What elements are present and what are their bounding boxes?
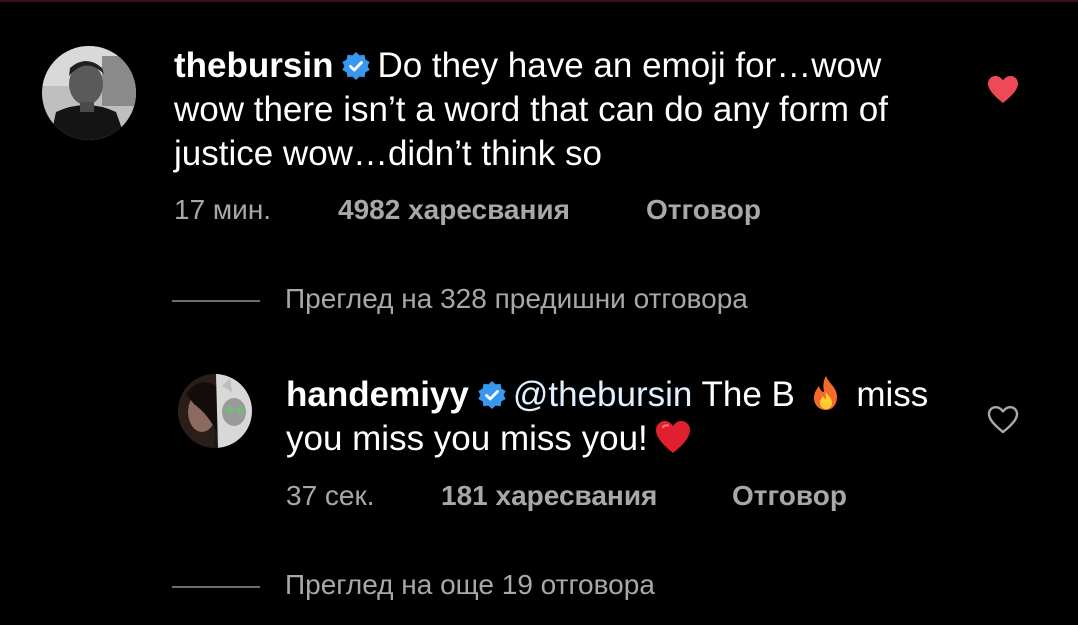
- like-button[interactable]: [987, 405, 1019, 435]
- reply-text-part: The B: [701, 375, 795, 414]
- top-divider: [0, 0, 1078, 2]
- view-previous-replies[interactable]: Преглед на 328 предишни отговора: [172, 283, 872, 317]
- verified-badge-icon: [477, 380, 507, 410]
- comment-text-line: Do they have an emoji for…wow: [377, 46, 882, 85]
- reply-text-part: miss: [856, 375, 929, 414]
- likes-count[interactable]: 4982 харесвания: [338, 194, 570, 226]
- reply-meta: 37 сек. 181 харесвания Отговор: [286, 480, 936, 514]
- view-previous-replies-label: Преглед на 328 предишни отговора: [285, 283, 748, 314]
- comment-time: 17 мин.: [174, 194, 272, 225]
- fire-emoji-icon: [807, 374, 845, 412]
- mention-link[interactable]: @thebursin: [513, 375, 693, 414]
- reply-body: handemiyy @thebursin The B miss you miss …: [286, 373, 976, 461]
- comment-text-line: wow there isn’t a word that can do any f…: [174, 90, 888, 129]
- profile-photo-woman-cat-icon: [178, 374, 252, 448]
- heart-filled-icon: [988, 76, 1018, 103]
- heart-outline-icon: [987, 406, 1019, 434]
- comment-text-line: justice wow…didn’t think so: [174, 134, 602, 173]
- comment-body: thebursin Do they have an emoji for…wow w…: [174, 44, 964, 176]
- replies-divider: [172, 586, 260, 588]
- comments-screen: thebursin Do they have an emoji for…wow w…: [0, 0, 1078, 625]
- comment-username[interactable]: thebursin: [174, 46, 333, 85]
- avatar[interactable]: [42, 46, 136, 140]
- view-more-replies-label: Преглед на още 19 отговора: [285, 569, 655, 600]
- verified-badge-icon: [341, 51, 371, 81]
- reply-button[interactable]: Отговор: [646, 194, 761, 226]
- likes-count[interactable]: 181 харесвания: [441, 480, 657, 512]
- replies-divider: [172, 300, 260, 302]
- like-button[interactable]: [987, 75, 1019, 105]
- comment-meta: 17 мин. 4982 харесвания Отговор: [174, 194, 874, 228]
- reply-time: 37 сек.: [286, 480, 375, 511]
- reply-username[interactable]: handemiyy: [286, 375, 469, 414]
- view-more-replies[interactable]: Преглед на още 19 отговора: [172, 569, 872, 603]
- avatar[interactable]: [178, 374, 252, 448]
- red-heart-emoji-icon: [654, 418, 692, 456]
- profile-photo-man-icon: [42, 46, 136, 140]
- reply-button[interactable]: Отговор: [732, 480, 847, 512]
- reply-text-line: you miss you miss you!: [286, 419, 648, 458]
